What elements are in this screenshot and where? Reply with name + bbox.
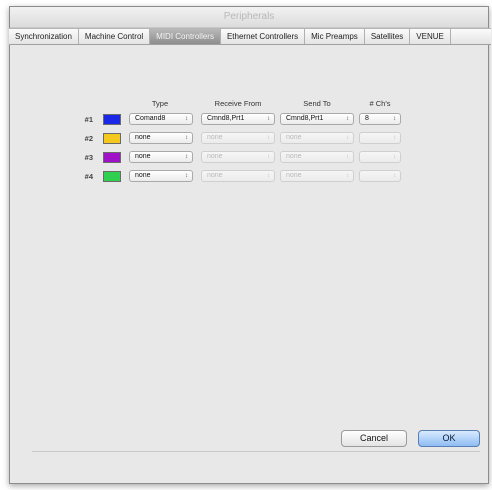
header-send-to: Send To	[303, 99, 331, 108]
header-type: Type	[151, 99, 169, 108]
popup-arrows-icon: ↕	[393, 116, 396, 122]
type-select-value: none	[135, 153, 151, 160]
type-select[interactable]: none ↕	[129, 151, 193, 163]
receive-from-value: none	[207, 153, 223, 160]
receive-from-select: none ↕	[201, 151, 275, 163]
tab-synchronization[interactable]: Synchronization	[9, 29, 79, 44]
receive-from-select: none ↕	[201, 132, 275, 144]
row-label: #3	[84, 153, 93, 162]
channels-select: ↕	[359, 132, 401, 144]
header-receive-from: Receive From	[214, 99, 262, 108]
tab-midi-controllers[interactable]: MIDI Controllers	[150, 29, 221, 44]
type-select[interactable]: Comand8 ↕	[129, 113, 193, 125]
footer-divider	[32, 451, 480, 452]
send-to-select: none ↕	[280, 132, 354, 144]
midi-controllers-panel: Type Receive From Send To # Ch's #1 Coma…	[10, 47, 488, 483]
type-select-value: none	[135, 134, 151, 141]
popup-arrows-icon: ↕	[346, 135, 349, 141]
popup-arrows-icon: ↕	[393, 173, 396, 179]
send-to-value: none	[286, 134, 302, 141]
popup-arrows-icon: ↕	[267, 116, 270, 122]
channels-select[interactable]: 8 ↕	[359, 113, 401, 125]
row-label: #1	[84, 115, 93, 124]
popup-arrows-icon: ↕	[267, 173, 270, 179]
receive-from-select: none ↕	[201, 170, 275, 182]
send-to-value: none	[286, 172, 302, 179]
receive-from-value: none	[207, 134, 223, 141]
popup-arrows-icon: ↕	[346, 116, 349, 122]
send-to-select: none ↕	[280, 151, 354, 163]
receive-from-select[interactable]: Cmnd8,Prt1 ↕	[201, 113, 275, 125]
type-select-value: none	[135, 172, 151, 179]
receive-from-value: none	[207, 172, 223, 179]
ok-button[interactable]: OK	[418, 430, 480, 447]
controller-color-swatch[interactable]	[103, 152, 121, 163]
popup-arrows-icon: ↕	[346, 154, 349, 160]
channels-select: ↕	[359, 170, 401, 182]
tab-machine-control[interactable]: Machine Control	[79, 29, 151, 44]
popup-arrows-icon: ↕	[393, 154, 396, 160]
row-label: #4	[84, 172, 93, 181]
popup-arrows-icon: ↕	[393, 135, 396, 141]
tab-ethernet-controllers[interactable]: Ethernet Controllers	[221, 29, 306, 44]
send-to-value: none	[286, 153, 302, 160]
receive-from-value: Cmnd8,Prt1	[207, 115, 245, 122]
controller-color-swatch[interactable]	[103, 114, 121, 125]
type-select-value: Comand8	[135, 115, 166, 122]
channels-value: 8	[365, 115, 369, 122]
popup-arrows-icon: ↕	[185, 135, 188, 141]
popup-arrows-icon: ↕	[185, 116, 188, 122]
popup-arrows-icon: ↕	[267, 154, 270, 160]
row-label: #2	[84, 134, 93, 143]
popup-arrows-icon: ↕	[185, 154, 188, 160]
peripherals-window: Peripherals Synchronization Machine Cont…	[9, 6, 491, 484]
type-select[interactable]: none ↕	[129, 170, 193, 182]
tab-satellites[interactable]: Satellites	[365, 29, 411, 44]
send-to-select[interactable]: Cmnd8,Prt1 ↕	[280, 113, 354, 125]
tab-venue[interactable]: VENUE	[410, 29, 451, 44]
send-to-value: Cmnd8,Prt1	[286, 115, 324, 122]
popup-arrows-icon: ↕	[346, 173, 349, 179]
controller-color-swatch[interactable]	[103, 171, 121, 182]
header-channels: # Ch's	[369, 99, 391, 108]
popup-arrows-icon: ↕	[267, 135, 270, 141]
tab-mic-preamps[interactable]: Mic Preamps	[305, 29, 365, 44]
window-title: Peripherals	[10, 7, 488, 28]
cancel-button[interactable]: Cancel	[341, 430, 407, 447]
tab-bar: Synchronization Machine Control MIDI Con…	[9, 28, 491, 45]
send-to-select: none ↕	[280, 170, 354, 182]
channels-select: ↕	[359, 151, 401, 163]
type-select[interactable]: none ↕	[129, 132, 193, 144]
popup-arrows-icon: ↕	[185, 173, 188, 179]
controller-color-swatch[interactable]	[103, 133, 121, 144]
